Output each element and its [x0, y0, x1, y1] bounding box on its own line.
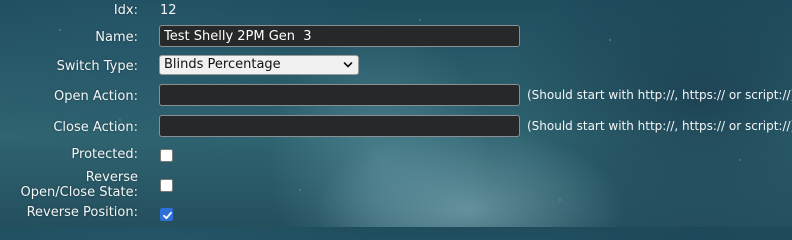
close-action-label: Close Action:	[53, 120, 138, 135]
open-action-input[interactable]	[159, 84, 520, 106]
name-label: Name:	[95, 30, 138, 45]
idx-row: Idx: 12	[0, 0, 792, 26]
checkmark-icon	[163, 211, 172, 220]
protected-row: Protected:	[0, 142, 792, 168]
switch-type-selected-value: Blinds Percentage	[164, 57, 281, 72]
name-row: Name:	[0, 25, 792, 51]
close-action-row: Close Action: (Should start with http://…	[0, 115, 792, 141]
idx-label: Idx:	[113, 3, 138, 18]
switch-type-select[interactable]: Blinds Percentage	[159, 55, 359, 75]
open-action-label: Open Action:	[54, 89, 138, 104]
reverse-position-checkbox[interactable]	[160, 208, 173, 221]
reverse-state-checkbox[interactable]	[160, 179, 173, 192]
reverse-state-label: Reverse Open/Close State:	[20, 170, 138, 200]
idx-value: 12	[160, 3, 177, 18]
open-action-row: Open Action: (Should start with http://,…	[0, 84, 792, 110]
reverse-position-row: Reverse Position:	[0, 202, 792, 228]
protected-checkbox[interactable]	[160, 149, 173, 162]
reverse-state-row: Reverse Open/Close State:	[0, 170, 792, 200]
name-input[interactable]	[159, 25, 520, 47]
open-action-hint: (Should start with http://, https:// or …	[527, 88, 792, 102]
chevron-down-icon	[343, 62, 353, 68]
switch-type-label: Switch Type:	[56, 59, 138, 74]
switch-type-row: Switch Type: Blinds Percentage	[0, 54, 792, 80]
close-action-input[interactable]	[159, 115, 520, 137]
reverse-position-label: Reverse Position:	[26, 205, 138, 220]
close-action-hint: (Should start with http://, https:// or …	[527, 119, 792, 133]
protected-label: Protected:	[71, 147, 138, 162]
